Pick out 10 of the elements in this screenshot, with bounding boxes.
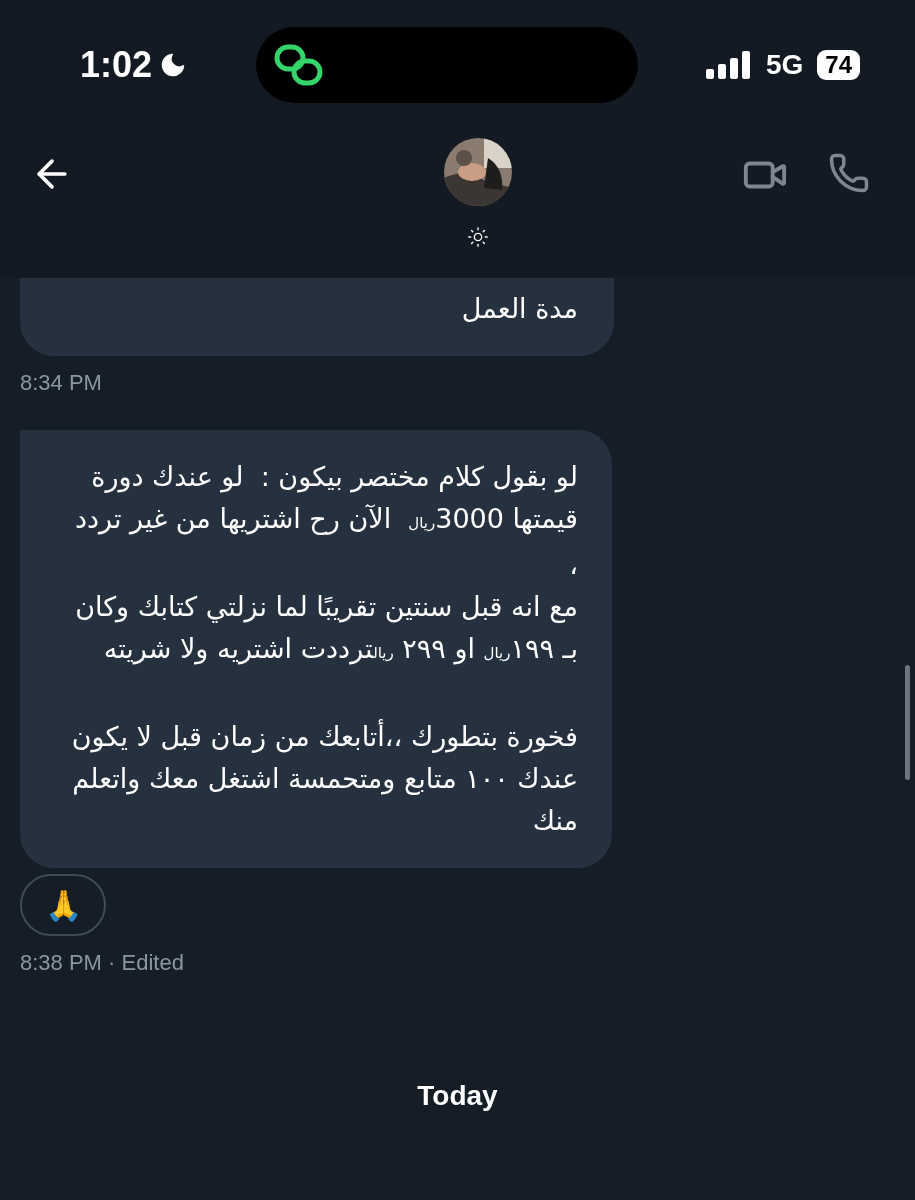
clock-time: 1:02 [80, 44, 153, 86]
reaction-emoji[interactable]: 🙏 [20, 874, 106, 936]
message-time: 8:38 PM · Edited [20, 950, 185, 976]
message-time: 8:34 PM [20, 370, 103, 396]
network-type: 5G [765, 49, 804, 81]
date-divider: Today [417, 1080, 498, 1112]
battery-level: 74 [817, 50, 860, 80]
sun-icon [467, 226, 489, 248]
signal-icon [705, 51, 752, 79]
link-icon [274, 44, 324, 86]
